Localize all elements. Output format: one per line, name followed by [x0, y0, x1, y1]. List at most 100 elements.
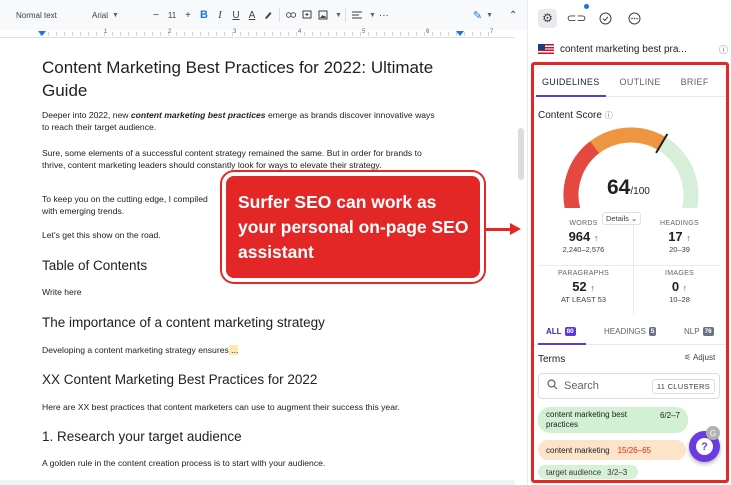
extension-toolbar: ⚙ ⊂⊃ [528, 0, 731, 36]
highlight-pen-icon[interactable] [260, 5, 276, 25]
paragraph-6[interactable]: Here are XX best practices that content … [42, 402, 442, 414]
arrow-up-icon: ↑ [682, 283, 688, 293]
ruler-number: 3 [233, 29, 237, 35]
search-icon [547, 379, 558, 393]
tab-brief[interactable]: BRIEF [675, 65, 715, 97]
link-icon[interactable] [283, 5, 299, 25]
decrease-font-button[interactable]: − [148, 5, 164, 25]
content-score-label: Content Score [538, 110, 602, 121]
align-icon[interactable] [349, 5, 365, 25]
term-filter-tabs: ALL 80 HEADINGS 5 NLP 76 [534, 323, 726, 345]
term-text: content marketing [546, 445, 610, 455]
grammarly-badge-icon[interactable]: G [706, 426, 720, 440]
vertical-scrollbar[interactable] [518, 128, 524, 180]
stat-label: PARAGRAPHS [557, 270, 610, 277]
right-indent-marker-icon[interactable] [456, 31, 464, 36]
underline-button[interactable]: U [228, 5, 244, 25]
filter-tab-label: HEADINGS [604, 327, 646, 336]
chevron-down-icon: ▼ [335, 11, 342, 19]
details-label: Details [606, 214, 629, 223]
gear-icon[interactable]: ⚙ [538, 8, 557, 28]
chevron-down-icon: ⌄ [631, 214, 638, 223]
arrow-up-icon: ↑ [686, 233, 691, 243]
paragraph-5[interactable]: Developing a content marketing strategy … [42, 345, 442, 357]
help-icon: ? [696, 438, 713, 455]
stat-paragraphs: PARAGRAPHS 52 ↑ AT LEAST 53 [538, 270, 629, 304]
font-family-label: Arial [92, 10, 109, 20]
more-circle-icon[interactable] [625, 9, 644, 28]
text-color-button[interactable]: A [244, 5, 260, 25]
surfer-document-header[interactable]: content marketing best pra... ⓘ [538, 40, 728, 58]
term-chip[interactable]: content marketing best practices 6/2–7 [538, 407, 688, 433]
count-badge: 80 [564, 327, 576, 336]
stat-range: AT LEAST 53 [560, 295, 607, 304]
score-max: /100 [630, 186, 650, 197]
heading-table-of-contents[interactable]: Table of Contents [42, 258, 147, 273]
tab-outline[interactable]: OUTLINE [614, 65, 667, 97]
annotation-callout: Surfer SEO can work as your personal on-… [222, 172, 484, 282]
info-icon[interactable]: ⓘ [719, 43, 728, 56]
notification-dot [584, 4, 589, 9]
bold-button[interactable]: B [196, 5, 212, 25]
ruler-number: 1 [104, 29, 108, 35]
horizontal-scrollbar[interactable] [0, 480, 515, 485]
font-size-input[interactable]: 11 [164, 5, 180, 25]
increase-font-button[interactable]: + [180, 5, 196, 25]
tab-guidelines[interactable]: GUIDELINES [536, 65, 606, 97]
paragraph-2[interactable]: Sure, some elements of a successful cont… [42, 148, 442, 172]
adjust-button[interactable]: ⚟ Adjust [684, 353, 715, 362]
stat-range: 20–39 [669, 245, 690, 254]
term-chip[interactable]: target audience 3/2–3 [538, 465, 638, 479]
stat-label: IMAGES [664, 270, 695, 277]
paragraph-style-select[interactable]: Normal text [0, 5, 76, 25]
intro-paragraph[interactable]: Deeper into 2022, new content marketing … [42, 110, 442, 134]
filter-tab-nlp[interactable]: NLP 76 [684, 327, 714, 336]
search-placeholder: Search [564, 380, 599, 392]
document-title[interactable]: Content Marketing Best Practices for 202… [42, 56, 482, 102]
more-options-button[interactable]: ··· [376, 5, 392, 25]
ruler-number: 5 [362, 29, 366, 35]
heading-importance[interactable]: The importance of a content marketing st… [42, 315, 325, 330]
details-dropdown[interactable]: Details ⌄ [602, 212, 642, 225]
filter-tab-label: ALL [546, 327, 562, 336]
filter-tab-headings[interactable]: HEADINGS 5 [604, 327, 657, 336]
ruler-number: 2 [168, 29, 172, 35]
active-tab-indicator [538, 343, 586, 345]
callout-text: Surfer SEO can work as your personal on-… [238, 191, 469, 262]
italic-button[interactable]: I [212, 5, 228, 25]
clusters-button[interactable]: 11 CLUSTERS [651, 378, 715, 394]
image-icon[interactable] [315, 5, 331, 25]
toolbar-divider [344, 8, 346, 22]
ai-suggestion-highlight[interactable]: ... [228, 345, 239, 355]
term-text: content marketing best practices [546, 410, 627, 429]
arrow-right-icon [510, 223, 521, 235]
check-circle-icon[interactable] [596, 9, 615, 28]
paragraph-3-line-2: with emerging trends. [42, 205, 125, 216]
filter-tab-all[interactable]: ALL 80 [546, 327, 576, 336]
link-icon[interactable]: ⊂⊃ [566, 9, 586, 28]
comment-icon[interactable] [299, 5, 315, 25]
stats-divider [538, 265, 720, 266]
heading-research-audience[interactable]: 1. Research your target audience [42, 429, 242, 444]
editing-mode-pen-icon[interactable]: ✎ ▼ [470, 5, 496, 25]
font-family-select[interactable]: Arial ▼ [76, 5, 148, 25]
stats-grid: WORDS 964 ↑ 2,240–2,576 HEADINGS 17 ↑ 20… [538, 215, 720, 315]
terms-search-input[interactable]: Search 11 CLUSTERS [538, 373, 720, 399]
ruler-number: 4 [298, 29, 302, 35]
stat-value: 964 ↑ [568, 229, 599, 244]
term-text: target audience [546, 467, 602, 477]
term-chip[interactable]: content marketing 15/26–65 [538, 440, 686, 460]
sliders-icon: ⚟ [684, 353, 692, 362]
left-indent-marker-icon[interactable] [38, 31, 46, 36]
heading-best-practices[interactable]: XX Content Marketing Best Practices for … [42, 372, 317, 387]
surfer-panel: GUIDELINES OUTLINE BRIEF Content Score ⓘ… [534, 65, 726, 480]
count-badge: 5 [648, 327, 657, 336]
collapse-toolbar-chevron-icon[interactable]: ⌃ [506, 5, 520, 25]
info-icon[interactable]: ⓘ [605, 111, 613, 120]
docs-toolbar: Normal text Arial ▼ − 11 + B I U A ▼ ▼ ·… [0, 0, 527, 30]
content-score-heading: Content Score ⓘ [538, 110, 613, 121]
intro-prefix: Deeper into 2022, new [42, 110, 131, 120]
ruler[interactable]: 1 2 3 4 5 6 7 [0, 29, 515, 38]
paragraph-7[interactable]: A golden rule in the content creation pr… [42, 458, 442, 470]
toc-placeholder[interactable]: Write here [42, 287, 442, 299]
